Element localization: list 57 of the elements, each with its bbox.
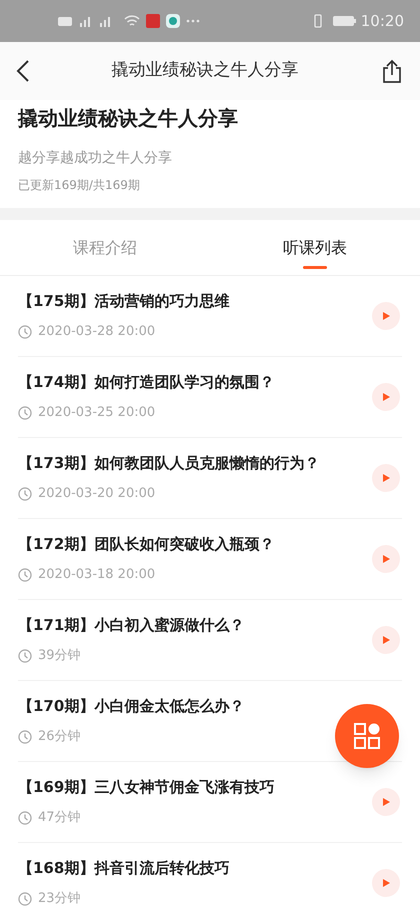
lesson-title[interactable]: 【168期】抖音引流后转化技巧 [18, 857, 230, 880]
lesson-meta: 2020-03-18 20:00 [38, 566, 156, 584]
lesson-title[interactable]: 【170期】小白佣金太低怎么办？ [18, 695, 244, 718]
lesson-title[interactable]: 【174期】如何打造团队学习的氛围？ [18, 371, 274, 394]
play-icon [381, 554, 391, 564]
lesson-meta: 47分钟 [38, 809, 81, 828]
page-title: 撬动业绩秘诀之牛人分享 [110, 59, 300, 82]
play-button[interactable] [372, 302, 400, 330]
lesson-meta: 2020-03-28 20:00 [38, 323, 156, 342]
lesson-meta: 2020-03-20 20:00 [38, 485, 156, 504]
lesson-meta: 23分钟 [38, 890, 81, 908]
clock-icon [18, 649, 32, 663]
grid-icon [353, 722, 381, 750]
status-time: 10:20 [360, 10, 404, 32]
course-title: 撬动业绩秘诀之牛人分享 [18, 105, 239, 132]
play-button[interactable] [372, 383, 400, 411]
lesson-title[interactable]: 【173期】如何教团队人员克服懒惰的行为？ [18, 452, 320, 474]
clock-icon [18, 325, 32, 339]
play-icon [381, 797, 391, 807]
lesson-row[interactable]: 【172期】团队长如何突破收入瓶颈？ 2020-03-18 20:00 [18, 519, 402, 600]
wifi-icon [124, 14, 140, 28]
play-icon [381, 311, 391, 321]
play-icon [381, 635, 391, 645]
play-icon [381, 473, 391, 483]
course-subtitle: 越分享越成功之牛人分享 [18, 149, 173, 168]
app-icon [166, 14, 180, 28]
update-info: 已更新169期/共169期 [18, 177, 141, 194]
play-icon [381, 392, 391, 402]
lesson-title[interactable]: 【171期】小白初入蜜源做什么？ [18, 614, 244, 636]
play-button[interactable] [372, 788, 400, 816]
dots-icon [186, 19, 200, 23]
lesson-title[interactable]: 【175期】活动营销的巧力思维 [18, 290, 230, 312]
lesson-meta: 26分钟 [38, 728, 81, 746]
tab[interactable]: 听课列表 [210, 220, 420, 275]
play-button[interactable] [372, 869, 400, 897]
lesson-row[interactable]: 【173期】如何教团队人员克服懒惰的行为？ 2020-03-20 20:00 [18, 438, 402, 519]
play-button[interactable] [372, 626, 400, 654]
lesson-row[interactable]: 【174期】如何打造团队学习的氛围？ 2020-03-25 20:00 [18, 357, 402, 438]
lesson-title[interactable]: 【172期】团队长如何突破收入瓶颈？ [18, 533, 274, 556]
clock-icon [18, 568, 32, 582]
app-icon [146, 14, 160, 28]
clock-icon [18, 406, 32, 420]
play-button[interactable] [372, 464, 400, 492]
share-button[interactable] [380, 57, 404, 85]
battery-icon [332, 15, 357, 27]
lesson-row[interactable]: 【175期】活动营销的巧力思维 2020-03-28 20:00 [18, 276, 402, 357]
clock-icon [18, 892, 32, 906]
lesson-row[interactable]: 【168期】抖音引流后转化技巧 23分钟 [18, 843, 402, 909]
clock-icon [18, 730, 32, 744]
play-icon [381, 878, 391, 888]
clock-icon [18, 487, 32, 501]
play-button[interactable] [372, 545, 400, 573]
lesson-meta: 39分钟 [38, 647, 81, 666]
lesson-row[interactable]: 【171期】小白初入蜜源做什么？ 39分钟 [18, 600, 402, 681]
clock-icon [18, 811, 32, 825]
lesson-title[interactable]: 【169期】三八女神节佣金飞涨有技巧 [18, 776, 274, 798]
lesson-meta: 2020-03-25 20:00 [38, 404, 156, 422]
